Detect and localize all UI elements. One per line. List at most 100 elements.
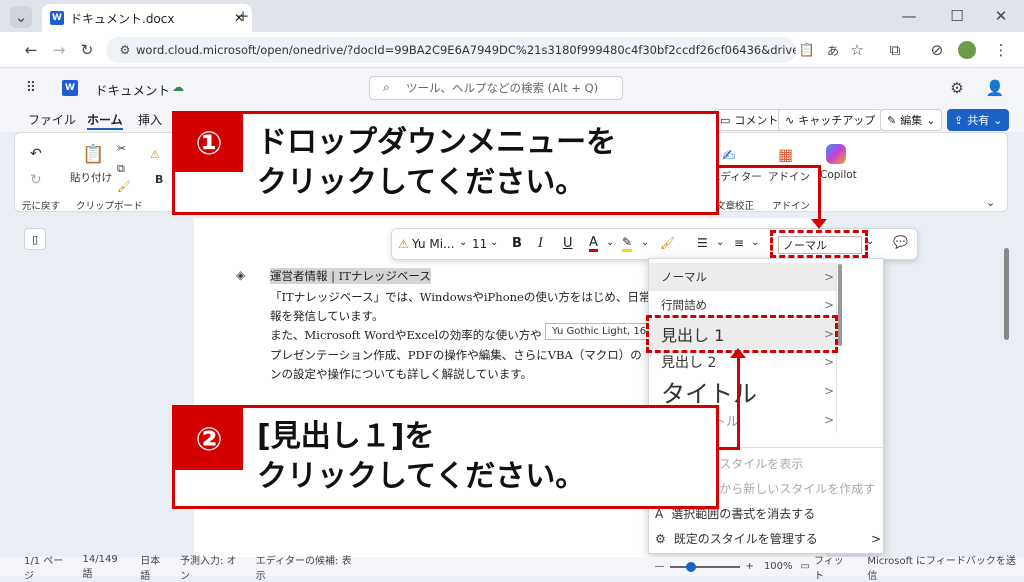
catchup-button[interactable]: ∿ キャッチアップ	[778, 109, 883, 131]
minimize-button[interactable]: —	[898, 5, 920, 27]
document-line[interactable]: また、Microsoft WordやExcelの効率的な使い方やト	[270, 327, 553, 343]
page-scrollbar[interactable]	[1004, 248, 1009, 340]
document-line[interactable]: 「ITナレッジベース」では、WindowsやiPhoneの使い方をはじめ、日常	[270, 289, 650, 305]
extensions-icon[interactable]: ⧉	[884, 39, 906, 61]
chevron-right-icon[interactable]: >	[824, 355, 834, 369]
underline-icon[interactable]: U	[563, 236, 573, 251]
search-box[interactable]: ツール、ヘルプなどの検索 (Alt + Q)	[369, 76, 623, 100]
zoom-out-icon[interactable]: —	[654, 561, 664, 572]
tab-list-button[interactable]: ⌄	[10, 6, 32, 28]
performance-icon[interactable]: ⊘	[926, 39, 948, 61]
page-count[interactable]: 1/1 ページ	[24, 552, 73, 582]
editor-icon[interactable]: ✍	[722, 146, 735, 165]
redo-icon[interactable]: ↻	[30, 172, 42, 188]
chevron-right-icon[interactable]: >	[824, 413, 834, 427]
copilot-label[interactable]: Copilot	[820, 169, 857, 181]
ribbon-collapse-icon[interactable]: ⌄	[986, 196, 995, 209]
font-name-dropdown[interactable]: Yu Mi...	[412, 237, 455, 251]
menu-scrollbar[interactable]	[838, 264, 842, 346]
feedback-link[interactable]: Microsoft にフィードバックを送信	[867, 552, 1024, 582]
font-color-icon[interactable]: A	[589, 236, 598, 252]
font-size-dropdown[interactable]: 11	[472, 237, 487, 251]
paste-label[interactable]: 貼り付け	[70, 170, 112, 185]
comment-label: コメント	[734, 114, 779, 127]
connector-line	[818, 165, 821, 223]
maximize-button[interactable]: ☐	[946, 5, 968, 27]
chevron-down-icon[interactable]: ⌄	[459, 237, 467, 248]
comment-button[interactable]: ▭ コメント	[713, 109, 786, 131]
tab-file[interactable]: ファイル	[28, 111, 76, 128]
action-label: 既定のスタイルを管理する	[673, 532, 818, 546]
tab-home[interactable]: ホーム	[87, 111, 123, 130]
zoom-in-icon[interactable]: +	[746, 561, 754, 572]
copilot-icon[interactable]	[826, 144, 846, 164]
bullets-icon[interactable]: ☰	[697, 236, 708, 250]
align-icon[interactable]: ≡	[734, 236, 744, 250]
zoom-slider[interactable]	[670, 561, 740, 572]
edit-mode-button[interactable]: ✎ 編集 ⌄	[880, 109, 943, 131]
language[interactable]: 日本語	[140, 552, 170, 582]
new-tab-button[interactable]: +	[232, 5, 254, 27]
paste-icon[interactable]: 📋	[82, 144, 104, 165]
chevron-right-icon[interactable]: >	[824, 270, 834, 284]
italic-icon[interactable]: I	[538, 236, 543, 251]
share-button[interactable]: ⇪ 共有 ⌄	[947, 109, 1010, 131]
undo-icon[interactable]: ↶	[30, 146, 42, 162]
instruction-callout-1: ① ドロップダウンメニューを クリックしてください。	[172, 111, 719, 215]
document-line[interactable]: 報を発信しています。	[270, 308, 384, 324]
cut-icon[interactable]: ✂	[117, 142, 126, 155]
format-painter-icon[interactable]: 🖌	[117, 180, 131, 193]
zoom-level[interactable]: 100%	[764, 561, 793, 572]
back-icon[interactable]: ←	[20, 39, 42, 61]
navigation-pane-icon[interactable]: ▯	[24, 228, 46, 250]
document-line[interactable]: プレゼンテーション作成、PDFの操作や編集、さらにVBA（マクロ）の	[270, 347, 642, 363]
bookmark-star-icon[interactable]: ☆	[846, 39, 868, 61]
text-prediction[interactable]: 予測入力: オン	[180, 552, 246, 582]
addin-label[interactable]: アドイン	[768, 169, 810, 184]
chevron-down-icon[interactable]: ⌄	[490, 237, 498, 248]
comment-add-icon[interactable]: 💬	[893, 235, 908, 249]
undo-group-label: 元に戻す	[22, 201, 61, 212]
format-painter-icon[interactable]: 🖌	[660, 236, 675, 250]
style-item-normal[interactable]: ノーマル >	[649, 263, 837, 291]
window-close-button[interactable]: ✕	[990, 5, 1012, 27]
chevron-down-icon[interactable]: ⌄	[751, 237, 759, 248]
style-item-title[interactable]: タイトル >	[649, 375, 837, 408]
fit-button[interactable]: フィット	[814, 552, 853, 582]
reload-icon[interactable]: ↻	[76, 39, 98, 61]
url-field[interactable]: word.cloud.microsoft/open/onedrive/?docI…	[106, 37, 796, 63]
profile-avatar[interactable]	[958, 41, 976, 59]
chevron-down-icon[interactable]: ⌄	[606, 237, 614, 248]
highlight-icon[interactable]: ✎	[622, 236, 633, 252]
pencil-icon: ✎	[887, 113, 897, 127]
settings-gear-icon[interactable]: ⚙	[946, 77, 968, 99]
chevron-down-icon[interactable]: ⌄	[641, 237, 649, 248]
document-line[interactable]: ンの設定や操作についても詳しく解説しています。	[270, 366, 532, 382]
word-icon: W	[50, 11, 64, 25]
account-icon[interactable]: 👤	[984, 77, 1006, 99]
bold-icon[interactable]: B	[512, 236, 522, 251]
manage-styles[interactable]: ⚙ 既定のスタイルを管理する >	[655, 530, 881, 547]
clipboard-icon[interactable]: 📋	[796, 39, 818, 61]
copilot-margin-icon[interactable]: ◈	[236, 268, 245, 282]
instruction-callout-2: ② [見出し１]を クリックしてください。	[172, 405, 719, 509]
app-launcher-icon[interactable]: ⠿	[20, 77, 42, 99]
document-title[interactable]: ドキュメント	[95, 80, 170, 99]
chevron-right-icon[interactable]: >	[824, 384, 834, 398]
copy-icon[interactable]: ⧉	[117, 162, 125, 176]
forward-icon[interactable]: →	[48, 39, 70, 61]
chevron-right-icon[interactable]: >	[824, 298, 834, 312]
tab-insert[interactable]: 挿入	[138, 111, 162, 128]
chevron-down-icon[interactable]: ⌄	[716, 237, 724, 248]
document-heading[interactable]: 運営者情報 | ITナレッジベース	[270, 268, 431, 284]
browser-menu-icon[interactable]: ⋮	[990, 39, 1012, 61]
zoom-slider-thumb[interactable]	[686, 561, 697, 572]
editor-suggestions[interactable]: エディターの候補: 表示	[256, 552, 361, 582]
translate-icon[interactable]: あ	[822, 39, 844, 61]
font-warning-icon: ⚠	[150, 148, 160, 161]
chevron-down-icon: ⌄	[926, 113, 936, 127]
site-info-icon[interactable]: ⚙	[114, 39, 136, 61]
bold-button[interactable]: B	[155, 173, 163, 186]
browser-tab[interactable]: W ドキュメント.docx ✕	[42, 4, 252, 32]
addin-icon[interactable]: ▦	[778, 145, 793, 164]
